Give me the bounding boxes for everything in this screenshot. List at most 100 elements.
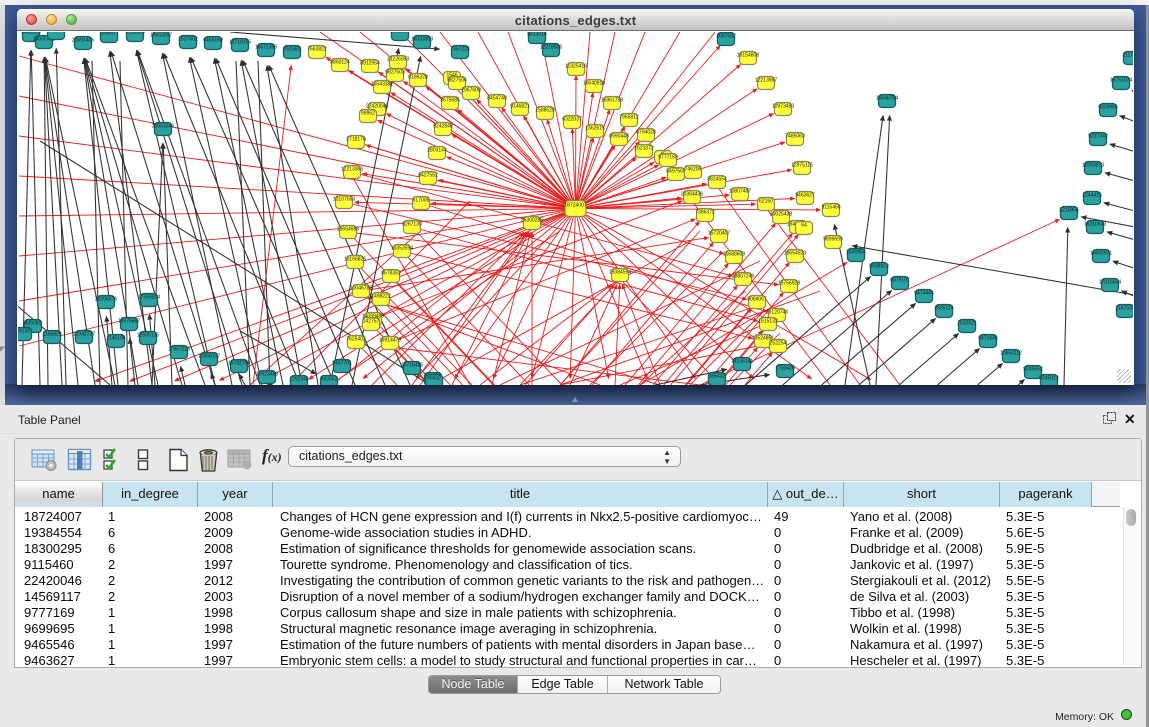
svg-text:8471636: 8471636 <box>978 336 998 342</box>
svg-text:435081: 435081 <box>25 321 42 327</box>
svg-text:746206: 746206 <box>685 167 702 173</box>
svg-text:9245012: 9245012 <box>1039 376 1059 382</box>
svg-text:19975867: 19975867 <box>118 319 140 325</box>
svg-text:16648784: 16648784 <box>876 96 898 102</box>
svg-text:16033809: 16033809 <box>411 37 433 43</box>
svg-text:1145194: 1145194 <box>106 336 125 342</box>
svg-text:1640954: 1640954 <box>846 250 866 256</box>
svg-text:18807249: 18807249 <box>732 274 754 280</box>
svg-text:617006: 617006 <box>413 198 430 204</box>
svg-text:2967608: 2967608 <box>461 88 481 94</box>
svg-text:98962: 98962 <box>361 111 375 117</box>
svg-text:12093873: 12093873 <box>1082 163 1104 169</box>
svg-text:3675685: 3675685 <box>440 98 460 104</box>
svg-text:9827503: 9827503 <box>385 70 405 76</box>
svg-text:10958107: 10958107 <box>198 354 220 360</box>
svg-text:9329966: 9329966 <box>1098 105 1118 111</box>
svg-text:13226053: 13226053 <box>387 57 409 63</box>
svg-text:16154808: 16154808 <box>737 53 759 59</box>
svg-text:15751074: 15751074 <box>1110 78 1132 84</box>
svg-text:10046788: 10046788 <box>350 286 372 292</box>
svg-text:7485063: 7485063 <box>785 134 805 140</box>
svg-text:9457791: 9457791 <box>332 361 352 367</box>
svg-text:8860124: 8860124 <box>330 60 350 66</box>
svg-text:13353594: 13353594 <box>391 246 413 252</box>
svg-text:10653267: 10653267 <box>150 33 172 39</box>
svg-text:12923468: 12923468 <box>256 372 278 378</box>
svg-text:16543382: 16543382 <box>371 82 393 88</box>
svg-text:12975115: 12975115 <box>791 163 813 169</box>
svg-text:22420046: 22420046 <box>366 104 388 110</box>
svg-text:1244415: 1244415 <box>1082 193 1102 199</box>
svg-text:1603380: 1603380 <box>390 32 410 35</box>
svg-text:19756928: 19756928 <box>778 281 800 287</box>
svg-text:95432: 95432 <box>427 376 441 382</box>
svg-text:16961758: 16961758 <box>601 98 623 104</box>
svg-text:8427552: 8427552 <box>418 173 438 179</box>
svg-text:16914479: 16914479 <box>379 338 401 344</box>
svg-text:8678352: 8678352 <box>381 271 401 277</box>
svg-text:142757: 142757 <box>363 319 380 325</box>
svg-text:16782759: 16782759 <box>228 361 250 367</box>
svg-text:19384554: 19384554 <box>609 270 631 276</box>
svg-text:7386372: 7386372 <box>695 210 715 216</box>
svg-text:12213363: 12213363 <box>341 167 363 173</box>
svg-text:7632621: 7632621 <box>957 321 977 327</box>
svg-text:62160: 62160 <box>759 199 773 205</box>
svg-text:6466160: 6466160 <box>203 38 223 44</box>
svg-text:9474444: 9474444 <box>914 291 934 297</box>
svg-text:9827506: 9827506 <box>447 78 467 84</box>
svg-text:1292346: 1292346 <box>289 377 309 383</box>
svg-text:39139: 39139 <box>18 329 30 335</box>
svg-text:943562: 943562 <box>321 377 338 383</box>
svg-text:10973493: 10973493 <box>772 104 794 110</box>
svg-text:10025438: 10025438 <box>770 212 792 218</box>
svg-text:11325419: 11325419 <box>565 64 587 70</box>
svg-text:16640910: 16640910 <box>583 81 605 87</box>
svg-text:16210643: 16210643 <box>1084 222 1106 228</box>
svg-text:8938923: 8938923 <box>869 264 889 270</box>
svg-text:14136141: 14136141 <box>731 359 753 365</box>
svg-text:20206576: 20206576 <box>95 297 117 303</box>
svg-text:1156829: 1156829 <box>42 332 61 338</box>
svg-text:6497568: 6497568 <box>666 169 686 175</box>
svg-text:10807487: 10807487 <box>729 189 751 195</box>
svg-text:2087682: 2087682 <box>716 34 736 40</box>
svg-text:6322037: 6322037 <box>562 117 582 123</box>
svg-text:7955812: 7955812 <box>619 115 639 121</box>
svg-text:16671355: 16671355 <box>255 45 277 51</box>
svg-text:9245652: 9245652 <box>1023 367 1043 373</box>
svg-text:3824554: 3824554 <box>707 177 727 183</box>
svg-text:2935114: 2935114 <box>934 306 953 312</box>
svg-text:1856977: 1856977 <box>99 32 119 37</box>
svg-text:1498222: 1498222 <box>371 294 391 300</box>
svg-text:15716485: 15716485 <box>401 363 423 369</box>
svg-text:1615132: 1615132 <box>758 319 778 325</box>
svg-text:15692971: 15692971 <box>1090 251 1112 257</box>
svg-text:2005334: 2005334 <box>46 32 66 34</box>
svg-text:1527602: 1527602 <box>178 37 198 43</box>
svg-text:1117533: 1117533 <box>1123 53 1133 59</box>
svg-text:16120746: 16120746 <box>766 310 788 316</box>
svg-text:17957225: 17957225 <box>168 347 190 353</box>
svg-text:751552: 751552 <box>284 47 301 53</box>
svg-text:8454749: 8454749 <box>487 96 507 102</box>
svg-text:10719155: 10719155 <box>229 40 251 46</box>
svg-text:165432: 165432 <box>709 374 726 380</box>
svg-text:64: 64 <box>801 223 807 229</box>
svg-text:1167533: 1167533 <box>1115 306 1133 312</box>
svg-text:8267130: 8267130 <box>402 222 422 228</box>
svg-text:20053346: 20053346 <box>152 124 174 130</box>
svg-text:9115460: 9115460 <box>821 205 840 211</box>
svg-text:7357224: 7357224 <box>450 47 470 53</box>
svg-text:1621072: 1621072 <box>634 146 654 152</box>
svg-text:9777169: 9777169 <box>658 155 678 161</box>
svg-text:9156320: 9156320 <box>125 32 145 36</box>
svg-text:8186328: 8186328 <box>408 75 428 81</box>
svg-text:10654112: 10654112 <box>1000 351 1022 357</box>
svg-text:26300285: 26300285 <box>521 218 543 224</box>
svg-text:3215955: 3215955 <box>1059 208 1079 214</box>
svg-text:8912954: 8912954 <box>360 61 380 67</box>
svg-text:18724007: 18724007 <box>564 203 586 209</box>
svg-text:17016504: 17016504 <box>1099 280 1121 286</box>
